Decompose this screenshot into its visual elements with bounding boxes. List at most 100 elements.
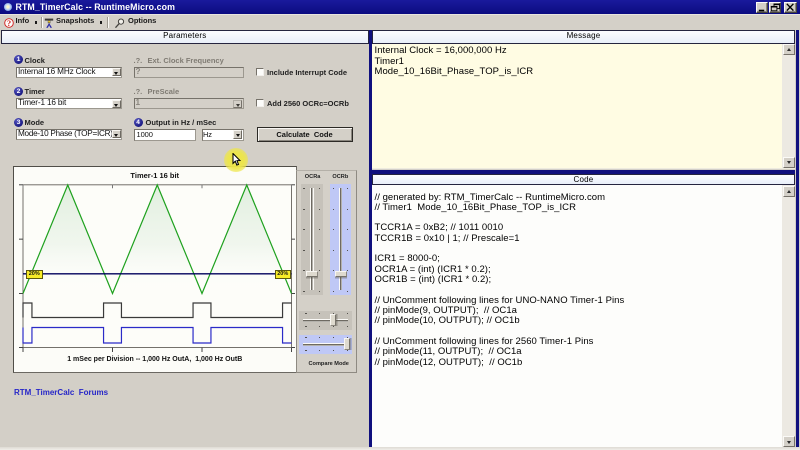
ocrb-slider-thumb[interactable] (335, 271, 347, 277)
slider-tick (305, 313, 306, 314)
snapshots-dropdown-arrow-icon[interactable] (100, 21, 102, 23)
add-2560-label: Add 2560 OCRc=OCRb (267, 99, 349, 108)
slider-tick (319, 337, 320, 338)
mode-select[interactable]: Mode-10 Phase (TOP=ICR) (16, 129, 122, 140)
timer-value: Timer-1 16 bit (18, 98, 66, 107)
forums-link[interactable]: RTM_TimerCalc Forums (14, 388, 108, 397)
ocra-slider[interactable] (301, 184, 323, 295)
step-3-badge: 3 (14, 118, 23, 127)
menu-info[interactable]: Info (16, 16, 30, 25)
message-scrollbar[interactable] (782, 44, 795, 169)
right-panels: Message Internal Clock = 16,000,000 Hz T… (369, 30, 799, 448)
slider-tick (333, 313, 334, 314)
info-dropdown-arrow-icon[interactable] (35, 21, 37, 23)
menu-snapshots[interactable]: Snapshots (56, 16, 94, 25)
slider-tick (319, 250, 320, 251)
timer-select[interactable]: Timer-1 16 bit (16, 98, 122, 109)
close-button[interactable] (784, 2, 797, 13)
menu-separator (107, 17, 109, 28)
slider-tick (303, 188, 304, 189)
slider-tick (319, 229, 320, 230)
scroll-up-button[interactable] (783, 186, 795, 197)
message-header: Message (372, 30, 795, 44)
code-scrollbar[interactable] (782, 185, 795, 448)
code-body: // generated by: RTM_TimerCalc -- Runtim… (372, 185, 795, 448)
parameters-header: Parameters (1, 30, 369, 44)
slider-tick (333, 209, 334, 210)
triangle-wave-fill (23, 185, 292, 294)
slider-tick (333, 270, 334, 271)
minimize-button[interactable] (756, 2, 769, 13)
svg-text:?: ? (6, 18, 10, 27)
slider-tick (333, 229, 334, 230)
app-window: RTM_TimerCalc -- RuntimeMicro.com ? Info (0, 0, 800, 450)
restore-button[interactable] (769, 2, 782, 13)
scroll-down-button[interactable] (783, 436, 795, 447)
slider-tick (333, 350, 334, 351)
info-icon: ? (4, 18, 14, 28)
slider-tick (303, 291, 304, 292)
slider-tick (333, 291, 334, 292)
ext-clock-value: ? (136, 67, 141, 76)
step-2-badge: 2 (14, 87, 23, 96)
slider-tick (347, 188, 348, 189)
calculate-code-button[interactable]: Calculate Code (257, 127, 353, 143)
output-unit-dropdown-button[interactable] (233, 130, 242, 139)
compare-slider-b-thumb[interactable] (344, 338, 350, 350)
scroll-up-button[interactable] (783, 44, 795, 55)
compare-slider-b[interactable] (299, 335, 353, 354)
scroll-down-button[interactable] (783, 157, 795, 168)
clock-dropdown-button[interactable] (112, 68, 121, 76)
minimize-icon (757, 3, 768, 12)
ext-clock-label: Ext. Clock Frequency (148, 56, 224, 65)
slider-tick (333, 326, 334, 327)
clock-label: Clock (25, 56, 45, 65)
waveform-panel: Timer-1 16 bit 20% 20% 1 mSec per Divisi… (13, 166, 297, 373)
compare-slider-a-track[interactable] (303, 319, 349, 323)
output-unit-value: Hz (203, 130, 212, 139)
step-1-badge: 1 (14, 55, 23, 64)
ext-clock-input[interactable]: ? (134, 67, 244, 78)
clock-select[interactable]: Internal 16 MHz Clock (16, 67, 122, 78)
clock-value: Internal 16 MHz Clock (18, 67, 95, 76)
slider-tick (303, 229, 304, 230)
include-interrupt-checkbox[interactable] (256, 68, 264, 76)
slider-tick (333, 250, 334, 251)
menu-separator (41, 17, 43, 28)
prescale-hint: .?. (134, 87, 143, 96)
slider-tick (319, 188, 320, 189)
slider-tick (319, 209, 320, 210)
slider-tick (347, 229, 348, 230)
mode-label: Mode (25, 118, 45, 127)
code-text: // generated by: RTM_TimerCalc -- Runtim… (375, 193, 625, 369)
output-value: 1000 (137, 130, 153, 139)
ocrb-slider[interactable] (330, 184, 351, 295)
add-2560-checkbox[interactable] (256, 99, 264, 107)
compare-slider-a-thumb[interactable] (330, 314, 336, 326)
slider-tick (333, 188, 334, 189)
ext-clock-hint: .?. (134, 56, 143, 65)
slider-tick (347, 291, 348, 292)
output-unit-select[interactable]: Hz (202, 129, 244, 141)
slider-tick (319, 291, 320, 292)
close-icon (785, 3, 796, 12)
compare-slider-a[interactable] (299, 311, 353, 330)
compare-mode-label: Compare Mode (309, 361, 349, 367)
slider-panel: OCRa OCRb Compare Mode (296, 170, 357, 373)
output-value-input[interactable]: 1000 (134, 129, 197, 141)
menu-options[interactable]: Options (128, 16, 156, 25)
slider-tick (333, 337, 334, 338)
prescale-select[interactable]: 1 (134, 98, 244, 109)
compare-slider-b-track[interactable] (303, 343, 349, 347)
message-body: Internal Clock = 16,000,000 Hz Timer1 Mo… (372, 44, 795, 170)
output-label: Output in Hz / mSec (146, 118, 217, 127)
menu-bar: ? Info Snapshots Options (0, 14, 800, 30)
timer-dropdown-button[interactable] (112, 100, 121, 108)
ocra-slider-thumb[interactable] (306, 271, 318, 277)
slider-tick (319, 270, 320, 271)
mode-dropdown-button[interactable] (112, 130, 121, 138)
prescale-dropdown-button[interactable] (233, 100, 242, 108)
slider-tick (347, 337, 348, 338)
ocra-label: OCRa (305, 174, 321, 180)
slider-tick (305, 326, 306, 327)
